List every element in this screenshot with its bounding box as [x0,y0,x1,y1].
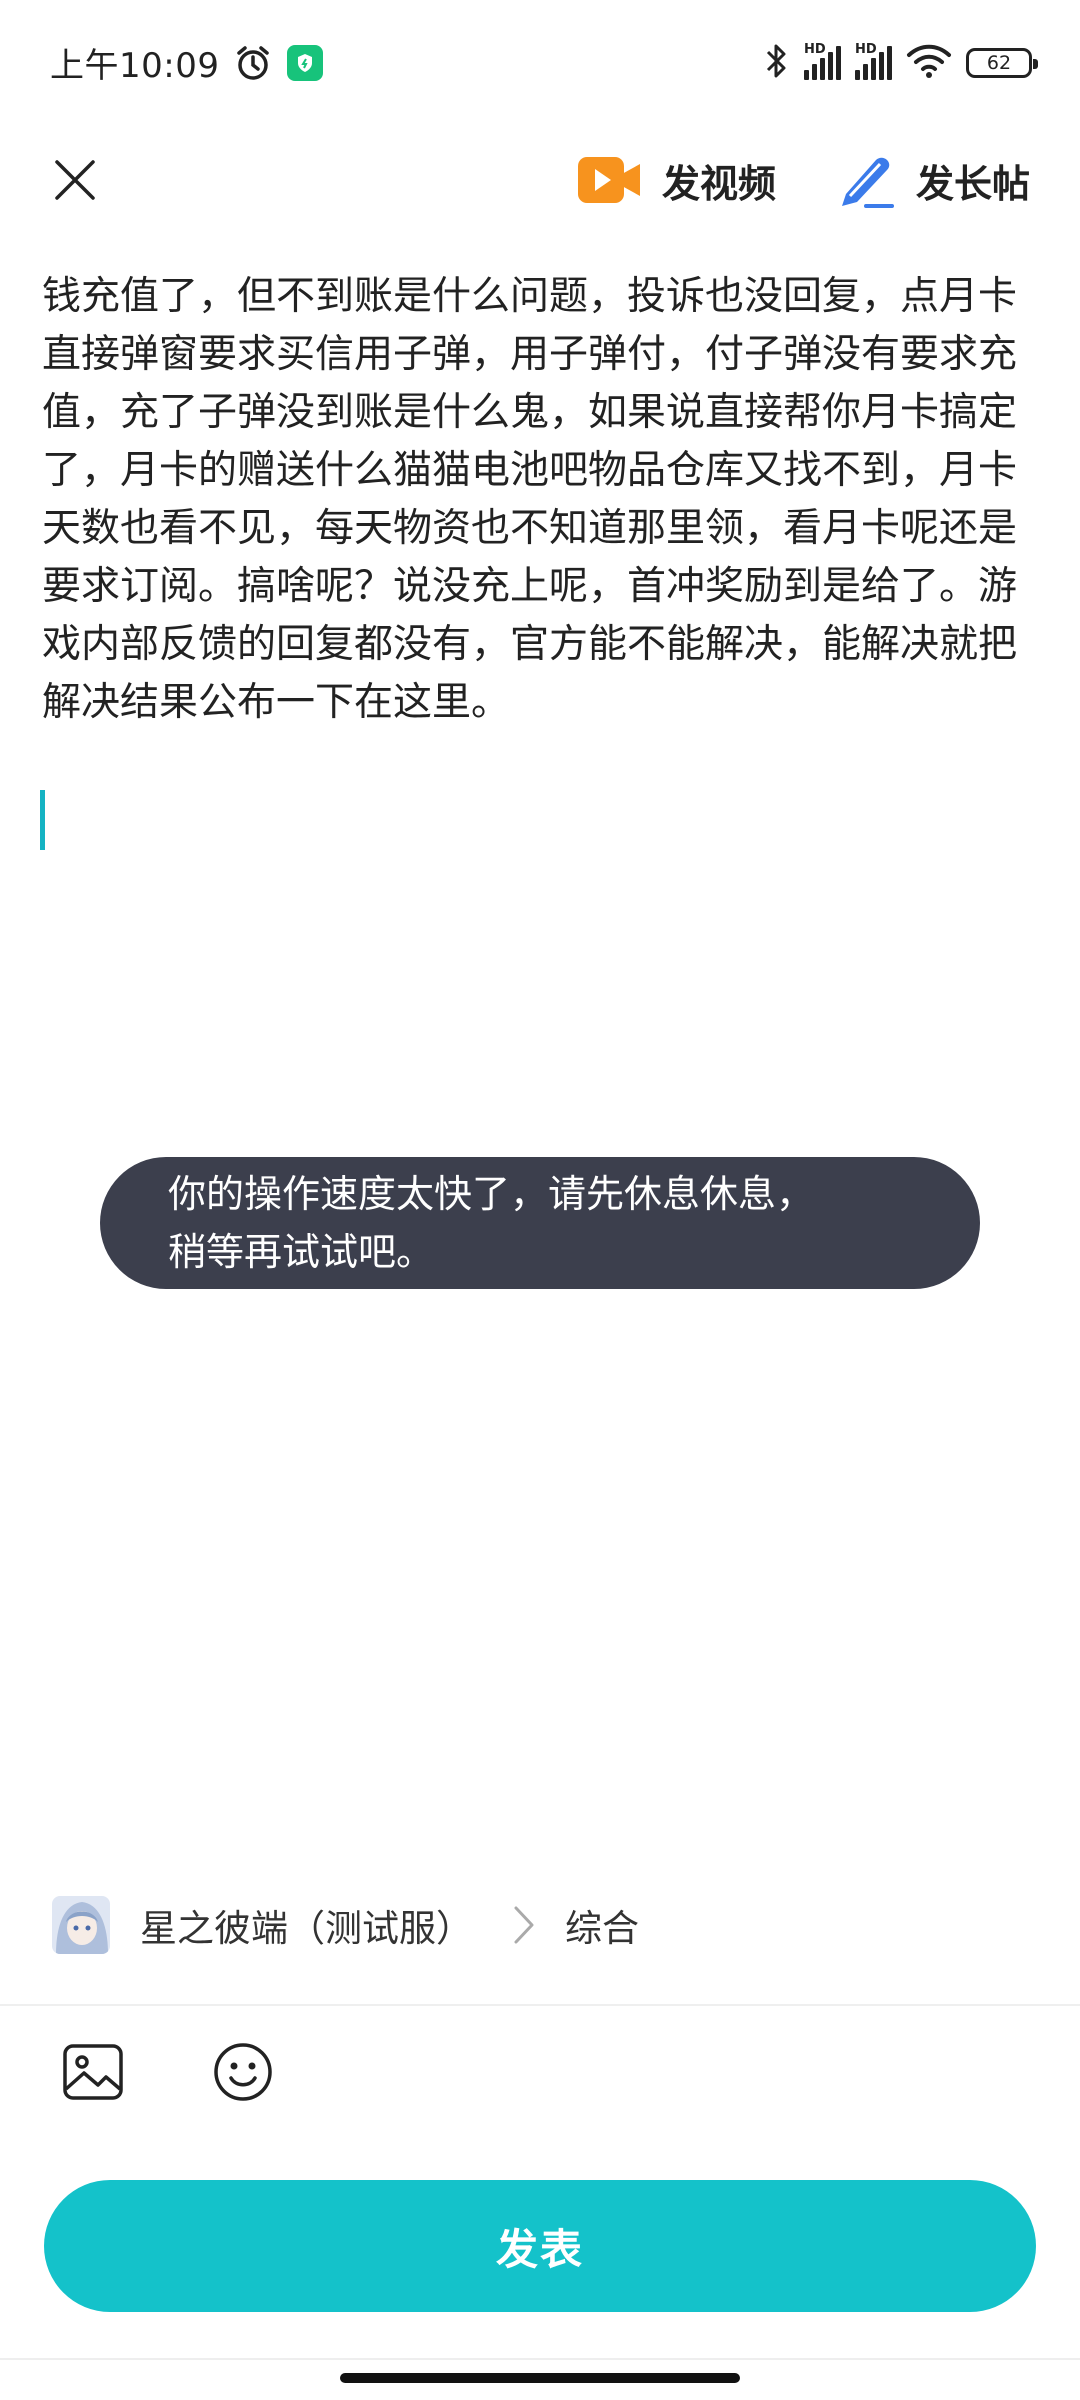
chevron-right-icon [513,1905,535,1945]
close-icon [55,160,95,200]
toast-line-2: 稍等再试试吧。 [168,1230,435,1274]
post-video-button[interactable]: 发视频 [576,153,776,208]
editor-tools [0,2030,1080,2114]
video-camera-icon [577,157,640,203]
top-toolbar: 发视频 发长帖 [0,125,1080,235]
shield-icon [287,44,324,81]
long-post-label: 发长帖 [915,161,1030,206]
divider [0,2004,1080,2006]
pen-icon [841,157,894,208]
alarm-icon [233,43,273,83]
post-editor-screen: 上午10:09 HD HD 62 发视频 发长帖 钱充值了，但不到账是什么问题，… [0,0,1080,2400]
signal-hd-label: HD [855,41,877,57]
status-time: 上午10:09 [50,46,220,86]
text-cursor [40,790,45,850]
toast-line-1: 你的操作速度太快了，请先休息休息， [168,1172,815,1216]
long-post-button[interactable]: 发长帖 [836,152,1030,208]
forum-name: 星之彼端（测试服） [140,1907,473,1950]
wifi-icon [906,43,952,83]
forum-selector[interactable]: 星之彼端（测试服） 综合 [0,1880,1080,1970]
insert-emoji-button[interactable] [210,2039,276,2105]
rate-limit-toast: 你的操作速度太快了，请先休息休息， 稍等再试试吧。 [100,1157,980,1289]
publish-button[interactable]: 发表 [44,2180,1036,2312]
status-bar: 上午10:09 HD HD 62 [0,0,1080,125]
top-actions: 发视频 发长帖 [576,152,1030,208]
status-left: 上午10:09 [50,38,324,87]
battery-icon: 62 [966,47,1038,78]
post-video-label: 发视频 [661,161,776,206]
bluetooth-icon [764,41,790,85]
image-icon [63,2044,123,2100]
signal-hd-label: HD [804,41,826,57]
forum-category: 综合 [565,1907,639,1950]
close-button[interactable] [50,155,100,205]
insert-image-button[interactable] [60,2039,126,2105]
home-indicator[interactable] [340,2373,740,2383]
status-right: HD HD 62 [764,41,1038,85]
bottom-divider [0,2358,1080,2360]
signal-icon: HD [804,42,841,80]
post-content-input[interactable]: 钱充值了，但不到账是什么问题，投诉也没回复，点月卡直接弹窗要求买信用子弹，用子弹… [42,268,1042,732]
forum-avatar [52,1896,110,1954]
signal-icon: HD [855,42,892,80]
emoji-icon [214,2043,272,2101]
toast-message: 你的操作速度太快了，请先休息休息， 稍等再试试吧。 [168,1165,814,1281]
